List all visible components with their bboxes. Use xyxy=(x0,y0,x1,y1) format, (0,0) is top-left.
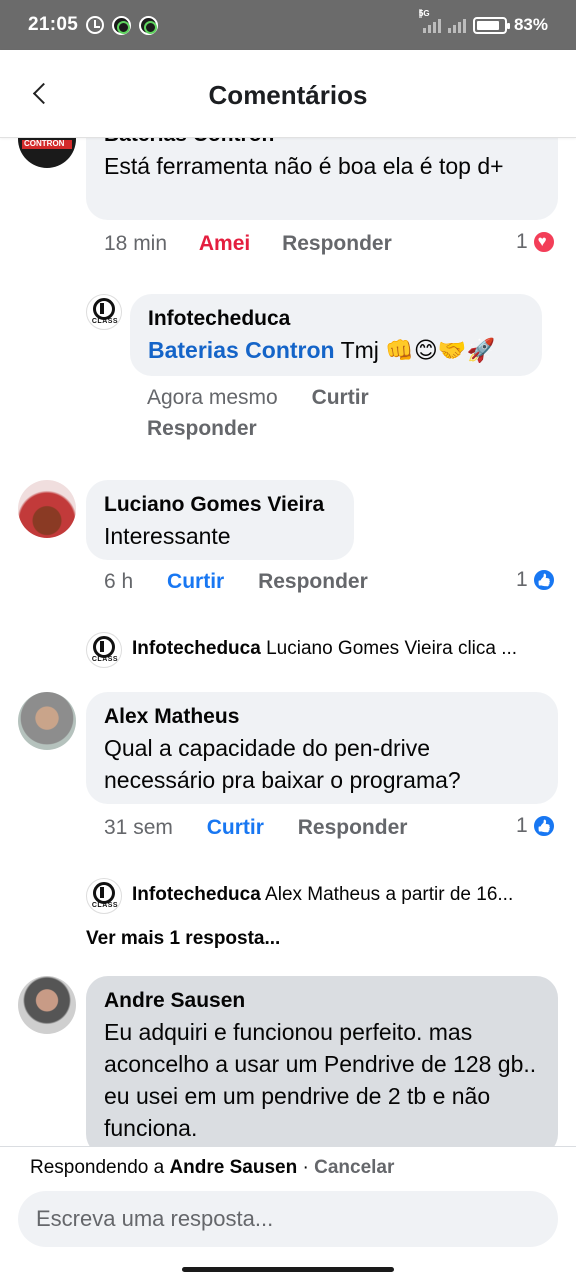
reply-input[interactable]: Escreva uma resposta... xyxy=(18,1191,558,1247)
comment-author[interactable]: Andre Sausen xyxy=(104,986,540,1016)
reaction-count-number: 1 xyxy=(516,230,528,253)
comment-bubble[interactable]: Luciano Gomes Vieira Interessante xyxy=(86,480,354,560)
avatar-logo-text: CLASS xyxy=(91,902,119,909)
avatar[interactable]: CONTRON xyxy=(18,138,76,168)
avatar[interactable] xyxy=(18,976,76,1034)
separator: · xyxy=(297,1157,315,1178)
reaction-count[interactable]: 1 xyxy=(516,814,556,838)
app-notification-icon xyxy=(139,15,159,35)
avatar-logo-text: CLASS xyxy=(91,656,119,663)
comment-text: Qual a capacidade do pen-drive necessári… xyxy=(104,735,461,793)
app-notification-icon xyxy=(112,15,132,35)
comment-feed[interactable]: CONTRON Baterias Contron Está ferramenta… xyxy=(0,138,576,1146)
reply-text-body: Tmj 👊😊🤝🚀 xyxy=(334,337,496,363)
comment-bubble[interactable]: Baterias Contron Está ferramenta não é b… xyxy=(86,138,558,220)
comment-text: Está ferramenta não é boa ela é top d+ xyxy=(104,153,504,179)
heart-icon xyxy=(531,230,556,254)
cancel-reply-button[interactable]: Cancelar xyxy=(314,1157,394,1178)
reply-button[interactable]: Responder xyxy=(282,232,392,255)
comment-time: 31 sem xyxy=(104,816,173,839)
status-bar: 21:05 5G 83% xyxy=(0,0,576,50)
reply-preview-text: Alex Matheus a partir de 16... xyxy=(265,884,514,905)
reply-button[interactable]: Responder xyxy=(298,816,408,839)
like-button[interactable]: Curtir xyxy=(167,570,224,593)
status-icons-left xyxy=(86,15,159,35)
reply-preview-author: Infotecheduca xyxy=(132,884,261,905)
page-title: Comentários xyxy=(208,80,368,110)
avatar[interactable]: CLASS xyxy=(86,878,122,914)
replying-prefix: Respondendo a xyxy=(30,1157,170,1178)
reply-text: Baterias Contron Tmj 👊😊🤝🚀 xyxy=(148,334,524,366)
avatar[interactable]: CLASS xyxy=(86,632,122,668)
see-more-replies-link[interactable]: Ver mais 1 resposta... xyxy=(86,928,280,950)
comment-actions: 6 h Curtir Responder xyxy=(104,570,368,594)
reaction-count-number: 1 xyxy=(516,568,528,591)
reply-button[interactable]: Responder xyxy=(258,570,368,593)
signal-icon: 5G xyxy=(418,9,441,33)
network-type: 5G xyxy=(418,9,430,18)
home-indicator[interactable] xyxy=(182,1267,394,1272)
comment-actions: 31 sem Curtir Responder xyxy=(104,816,407,840)
status-time: 21:05 xyxy=(28,14,79,35)
like-icon xyxy=(531,568,556,592)
comment-time: 18 min xyxy=(104,232,168,255)
comment-time: 6 h xyxy=(104,570,134,593)
reply-preview-text: Luciano Gomes Vieira clica ... xyxy=(266,638,518,659)
comment-bubble[interactable]: Alex Matheus Qual a capacidade do pen-dr… xyxy=(86,692,558,804)
avatar-logo-text: CLASS xyxy=(91,318,119,325)
reaction-count[interactable]: 1 xyxy=(516,568,556,592)
battery-icon xyxy=(472,16,510,34)
love-reaction-button[interactable]: Amei xyxy=(199,232,250,255)
comment-author[interactable]: Luciano Gomes Vieira xyxy=(104,490,336,520)
comment-text: Interessante xyxy=(104,523,231,549)
reply-author[interactable]: Infotecheduca xyxy=(148,304,524,334)
avatar[interactable] xyxy=(18,692,76,750)
reaction-count-number: 1 xyxy=(516,814,528,837)
mention-link[interactable]: Baterias Contron xyxy=(148,337,335,363)
like-button[interactable]: Curtir xyxy=(312,386,369,409)
avatar[interactable]: CLASS xyxy=(86,294,122,330)
comment-author[interactable]: Alex Matheus xyxy=(104,702,540,732)
reply-composer: Respondendo a Andre Sausen · Cancelar Es… xyxy=(0,1146,576,1280)
comment-author[interactable]: Baterias Contron xyxy=(104,138,540,150)
avatar-logo-text: CONTRON xyxy=(24,139,65,148)
avatar[interactable] xyxy=(18,480,76,538)
battery-percent: 83% xyxy=(513,15,548,34)
like-button[interactable]: Curtir xyxy=(207,816,264,839)
status-icons-right: 5G 83% xyxy=(418,9,548,35)
reaction-count[interactable]: 1 xyxy=(516,230,556,254)
reply-button[interactable]: Responder xyxy=(147,417,257,440)
reply-preview-author: Infotecheduca xyxy=(132,638,261,659)
alarm-icon xyxy=(86,16,105,34)
header: Comentários xyxy=(0,50,576,138)
comment-actions: 18 min Amei Responder xyxy=(104,232,392,256)
reply-actions: Responder xyxy=(147,417,257,441)
signal-icon xyxy=(447,17,466,33)
replying-to-bar: Respondendo a Andre Sausen · Cancelar xyxy=(30,1157,394,1179)
comment-bubble[interactable]: Andre Sausen Eu adquiri e funcionou perf… xyxy=(86,976,558,1146)
reply-preview[interactable]: Infotecheduca Alex Matheus a partir de 1… xyxy=(132,884,556,906)
reply-time: Agora mesmo xyxy=(147,386,278,409)
reply-bubble[interactable]: Infotecheduca Baterias Contron Tmj 👊😊🤝🚀 xyxy=(130,294,542,376)
reply-preview[interactable]: Infotecheduca Luciano Gomes Vieira clica… xyxy=(132,638,556,660)
replying-to-name: Andre Sausen xyxy=(169,1157,298,1178)
comment-text: Eu adquiri e funcionou perfeito. mas aco… xyxy=(104,1019,537,1141)
like-icon xyxy=(531,814,556,838)
reply-actions: Agora mesmo Curtir xyxy=(147,386,369,410)
